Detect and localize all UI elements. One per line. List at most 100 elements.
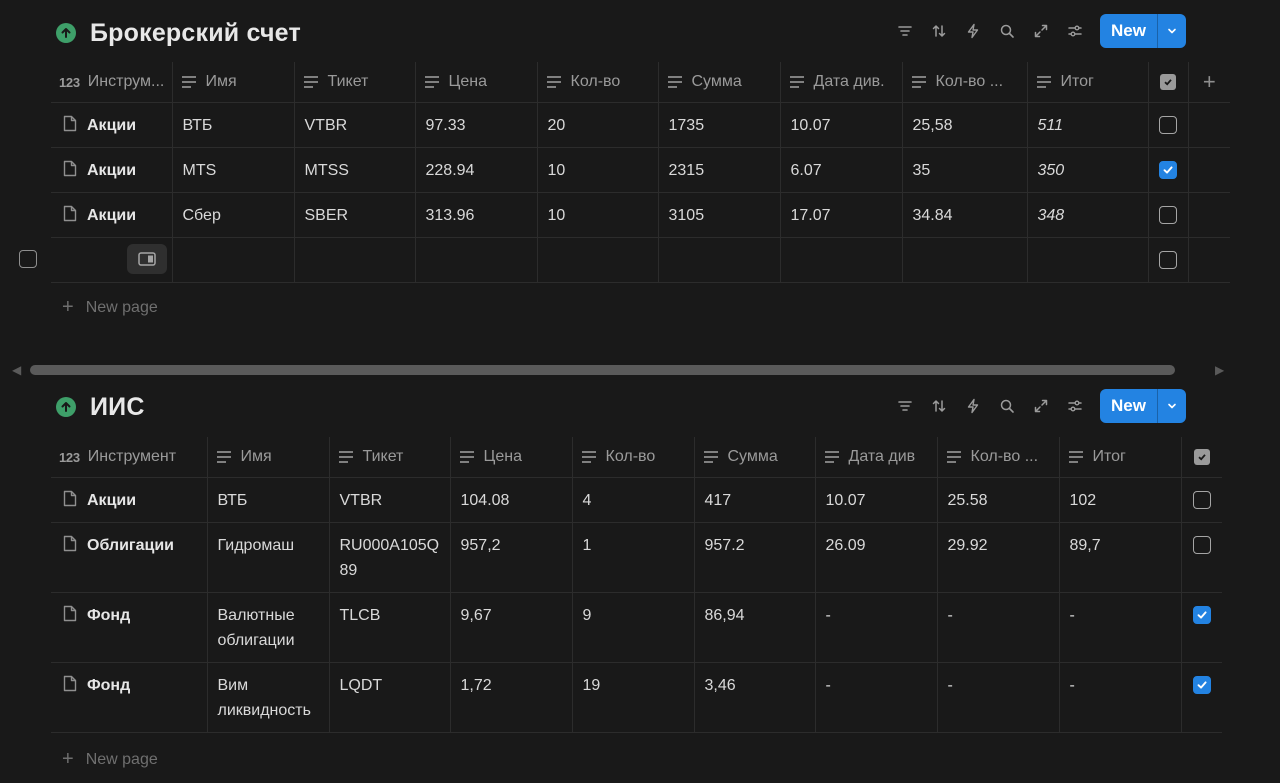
name-cell[interactable]: Вим ликвидность: [208, 663, 329, 723]
qty-cell[interactable]: 9: [573, 593, 694, 628]
instrument-cell[interactable]: Акции: [87, 158, 136, 183]
qty-cell[interactable]: 4: [573, 478, 694, 513]
horizontal-scrollbar[interactable]: [30, 365, 1175, 375]
name-cell[interactable]: ВТБ: [208, 478, 329, 513]
search-icon[interactable]: [990, 14, 1024, 48]
search-icon[interactable]: [990, 389, 1024, 423]
name-cell[interactable]: Валютные облигации: [208, 593, 329, 653]
instrument-cell[interactable]: Фонд: [87, 603, 130, 628]
table-row[interactable]: Фонд Валютные облигации TLCB 9,67 9 86,9…: [51, 592, 1222, 663]
price-cell[interactable]: 97.33: [416, 103, 537, 138]
row-checkbox[interactable]: [1159, 251, 1177, 269]
column-header-div-date[interactable]: Дата див.: [779, 62, 902, 103]
sort-icon[interactable]: [922, 389, 956, 423]
name-cell[interactable]: Сбер: [173, 193, 294, 228]
sum-cell[interactable]: 957.2: [695, 523, 815, 558]
column-header-price[interactable]: Цена: [449, 437, 572, 478]
price-cell[interactable]: 1,72: [451, 663, 572, 698]
new-dropdown-chevron-icon[interactable]: [1157, 389, 1186, 423]
name-cell[interactable]: MTS: [173, 148, 294, 183]
instrument-cell[interactable]: Акции: [87, 203, 136, 228]
name-cell[interactable]: ВТБ: [173, 103, 294, 138]
database-icon[interactable]: [56, 23, 76, 43]
column-header-div-date[interactable]: Дата див: [814, 437, 937, 478]
row-checkbox[interactable]: [1192, 536, 1211, 554]
div-qty-cell[interactable]: -: [938, 593, 1059, 628]
div-date-cell[interactable]: 17.07: [781, 193, 902, 228]
column-header-sum[interactable]: Сумма: [657, 62, 780, 103]
new-dropdown-chevron-icon[interactable]: [1157, 14, 1186, 48]
ticker-cell[interactable]: MTSS: [295, 148, 415, 183]
row-select-checkbox[interactable]: [19, 250, 37, 268]
table-row-empty[interactable]: [51, 237, 1230, 283]
automation-lightning-icon[interactable]: [956, 14, 990, 48]
column-header-checkbox[interactable]: [1147, 62, 1188, 103]
qty-cell[interactable]: 1: [573, 523, 694, 558]
qty-cell[interactable]: 10: [538, 193, 658, 228]
database-title[interactable]: ИИС: [90, 393, 145, 422]
column-header-qty[interactable]: Кол-во: [571, 437, 694, 478]
sum-cell[interactable]: 3,46: [695, 663, 815, 698]
total-cell[interactable]: -: [1060, 663, 1181, 698]
table-row[interactable]: Облигации Гидромаш RU000A105Q89 957,2 1 …: [51, 522, 1222, 593]
database-title[interactable]: Брокерский счет: [90, 19, 301, 48]
total-cell[interactable]: 511: [1028, 103, 1148, 138]
settings-sliders-icon[interactable]: [1058, 389, 1092, 423]
filter-icon[interactable]: [888, 389, 922, 423]
row-checkbox[interactable]: [1192, 491, 1211, 509]
ticker-cell[interactable]: SBER: [295, 193, 415, 228]
column-header-sum[interactable]: Сумма: [693, 437, 815, 478]
table-row[interactable]: Акции Сбер SBER 313.96 10 3105 17.07 34.…: [51, 192, 1230, 238]
price-cell[interactable]: 9,67: [451, 593, 572, 628]
automation-lightning-icon[interactable]: [956, 389, 990, 423]
column-header-total[interactable]: Итог: [1026, 62, 1148, 103]
column-header-price[interactable]: Цена: [414, 62, 537, 103]
table-row[interactable]: Акции ВТБ VTBR 104.08 4 417 10.07 25.58 …: [51, 477, 1222, 523]
sum-cell[interactable]: 3105: [659, 193, 780, 228]
new-page-button[interactable]: + New page: [62, 296, 158, 319]
database-icon[interactable]: [56, 397, 76, 417]
ticker-cell[interactable]: VTBR: [330, 478, 450, 513]
instrument-cell[interactable]: Акции: [87, 488, 136, 513]
add-column-button[interactable]: +: [1187, 62, 1230, 103]
div-qty-cell[interactable]: 25,58: [903, 103, 1027, 138]
column-header-div-qty[interactable]: Кол-во ...: [901, 62, 1027, 103]
price-cell[interactable]: 228.94: [416, 148, 537, 183]
name-cell[interactable]: Гидромаш: [208, 523, 329, 558]
settings-sliders-icon[interactable]: [1058, 14, 1092, 48]
price-cell[interactable]: 313.96: [416, 193, 537, 228]
expand-icon[interactable]: [1024, 389, 1058, 423]
column-header-ticker[interactable]: Тикет: [293, 62, 415, 103]
table-row[interactable]: Акции MTS MTSS 228.94 10 2315 6.07 35 35…: [51, 147, 1230, 193]
ticker-cell[interactable]: RU000A105Q89: [330, 523, 450, 583]
instrument-cell[interactable]: Облигации: [87, 533, 174, 558]
div-qty-cell[interactable]: 34.84: [903, 193, 1027, 228]
qty-cell[interactable]: 20: [538, 103, 658, 138]
div-qty-cell[interactable]: -: [938, 663, 1059, 698]
div-qty-cell[interactable]: 29.92: [938, 523, 1059, 558]
new-button[interactable]: New: [1100, 389, 1157, 423]
column-header-name[interactable]: Имя: [171, 62, 294, 103]
row-checkbox[interactable]: [1192, 676, 1211, 694]
new-button[interactable]: New: [1100, 14, 1157, 48]
div-date-cell[interactable]: -: [816, 593, 937, 628]
total-cell[interactable]: 350: [1028, 148, 1148, 183]
table-row[interactable]: Фонд Вим ликвидность LQDT 1,72 19 3,46 -…: [51, 662, 1222, 733]
qty-cell[interactable]: 19: [573, 663, 694, 698]
column-header-name[interactable]: Имя: [206, 437, 329, 478]
div-date-cell[interactable]: 26.09: [816, 523, 937, 558]
ticker-cell[interactable]: LQDT: [330, 663, 450, 698]
table-row[interactable]: Акции ВТБ VTBR 97.33 20 1735 10.07 25,58…: [51, 102, 1230, 148]
sum-cell[interactable]: 417: [695, 478, 815, 513]
price-cell[interactable]: 957,2: [451, 523, 572, 558]
div-qty-cell[interactable]: 25.58: [938, 478, 1059, 513]
open-page-button[interactable]: [127, 244, 167, 274]
row-checkbox[interactable]: [1159, 206, 1177, 224]
instrument-cell[interactable]: Акции: [87, 113, 136, 138]
qty-cell[interactable]: 10: [538, 148, 658, 183]
new-page-button[interactable]: + New page: [62, 748, 158, 771]
scroll-right-icon[interactable]: ▶: [1215, 363, 1224, 377]
row-checkbox[interactable]: [1159, 161, 1177, 179]
column-header-instrument[interactable]: 123 Инструм...: [51, 62, 172, 103]
div-date-cell[interactable]: 10.07: [781, 103, 902, 138]
